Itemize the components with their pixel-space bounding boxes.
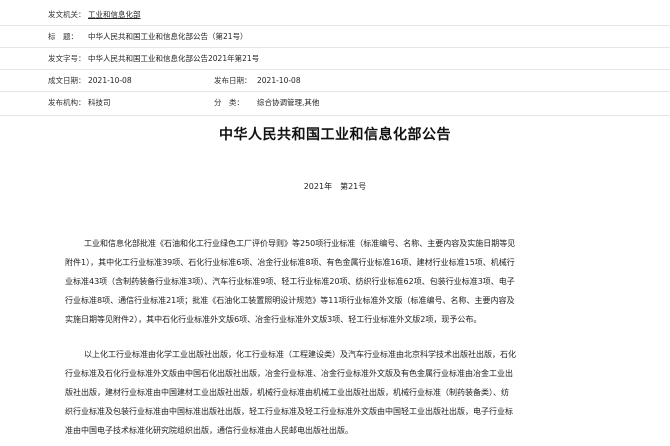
title-label: 标 题： bbox=[48, 32, 78, 41]
meta-row-title: 标 题： 中华人民共和国工业和信息化部公告（第21号） bbox=[0, 26, 670, 48]
category-value: 综合协调管理,其他 bbox=[257, 98, 320, 107]
paragraph-2: 以上化工行业标准由化学工业出版社出版，化工行业标准（工程建设类）及汽车行业标准由… bbox=[65, 345, 653, 440]
document-title: 中华人民共和国工业和信息化部公告 bbox=[219, 127, 451, 143]
paragraph-line: 以上化工行业标准由化学工业出版社出版，化工行业标准（工程建设类）及汽车行业标准由… bbox=[84, 350, 516, 359]
meta-row-docno: 发文字号： 中华人民共和国工业和信息化部公告2021年第21号 bbox=[0, 48, 670, 70]
document-metadata-table: 发文机关： 工业和信息化部 标 题： 中华人民共和国工业和信息化部公告（第21号… bbox=[0, 0, 670, 116]
org-label: 发布机构： bbox=[48, 98, 86, 107]
meta-row-dates: 成文日期： 2021-10-08 发布日期： 2021-10-08 bbox=[0, 70, 670, 92]
paragraph-line: 业标准43项（含制药装备行业标准3项）、汽车行业标准9项、轻工行业标准20项、纺… bbox=[65, 277, 515, 286]
published-value: 2021-10-08 bbox=[257, 76, 301, 85]
category-label: 分 类： bbox=[214, 98, 244, 107]
docno-value: 中华人民共和国工业和信息化部公告2021年第21号 bbox=[88, 54, 260, 63]
paragraph-line: 实施日期等见附件2），其中石化行业标准外文版6项、冶金行业标准外文版3项、轻工行… bbox=[65, 315, 482, 324]
org-value: 科技司 bbox=[88, 98, 111, 107]
paragraph-line: 附件1），其中化工行业标准39项、石化行业标准6项、冶金行业标准8项、有色金属行… bbox=[65, 258, 515, 267]
paragraph-line: 行业标准8项、通信行业标准21项；批准《石油化工装置照明设计规范》等11项行业标… bbox=[65, 296, 515, 305]
published-label: 发布日期： bbox=[214, 76, 252, 85]
meta-row-org: 发布机构： 科技司 分 类： 综合协调管理,其他 bbox=[0, 92, 670, 116]
docno-label: 发文字号： bbox=[48, 54, 86, 63]
paragraph-line: 工业和信息化部批准《石油和化工行业绿色工厂评价导则》等250项行业标准（标准编号… bbox=[84, 239, 516, 248]
title-value: 中华人民共和国工业和信息化部公告（第21号） bbox=[88, 32, 248, 41]
document-number: 2021年 第21号 bbox=[303, 182, 367, 191]
paragraph-line: 版社出版，建材行业标准由中国建材工业出版社出版，机械行业标准由机械工业出版社出版… bbox=[65, 388, 509, 397]
meta-row-issuer: 发文机关： 工业和信息化部 bbox=[0, 0, 670, 26]
paragraph-line: 准由中国电子技术标准化研究院组织出版，通信行业标准由人民邮电出版社出版。 bbox=[65, 426, 353, 435]
paragraph-line: 织行业标准及包装行业标准由中国标准出版社出版，轻工行业标准及轻工行业标准外文版由… bbox=[65, 407, 513, 416]
created-value: 2021-10-08 bbox=[88, 76, 132, 85]
created-label: 成文日期： bbox=[48, 76, 86, 85]
paragraph-1: 工业和信息化部批准《石油和化工行业绿色工厂评价导则》等250项行业标准（标准编号… bbox=[65, 234, 653, 329]
paragraph-line: 行业标准及石化行业标准外文版由中国石化出版社出版，冶金行业标准、冶金行业标准外文… bbox=[65, 369, 513, 378]
